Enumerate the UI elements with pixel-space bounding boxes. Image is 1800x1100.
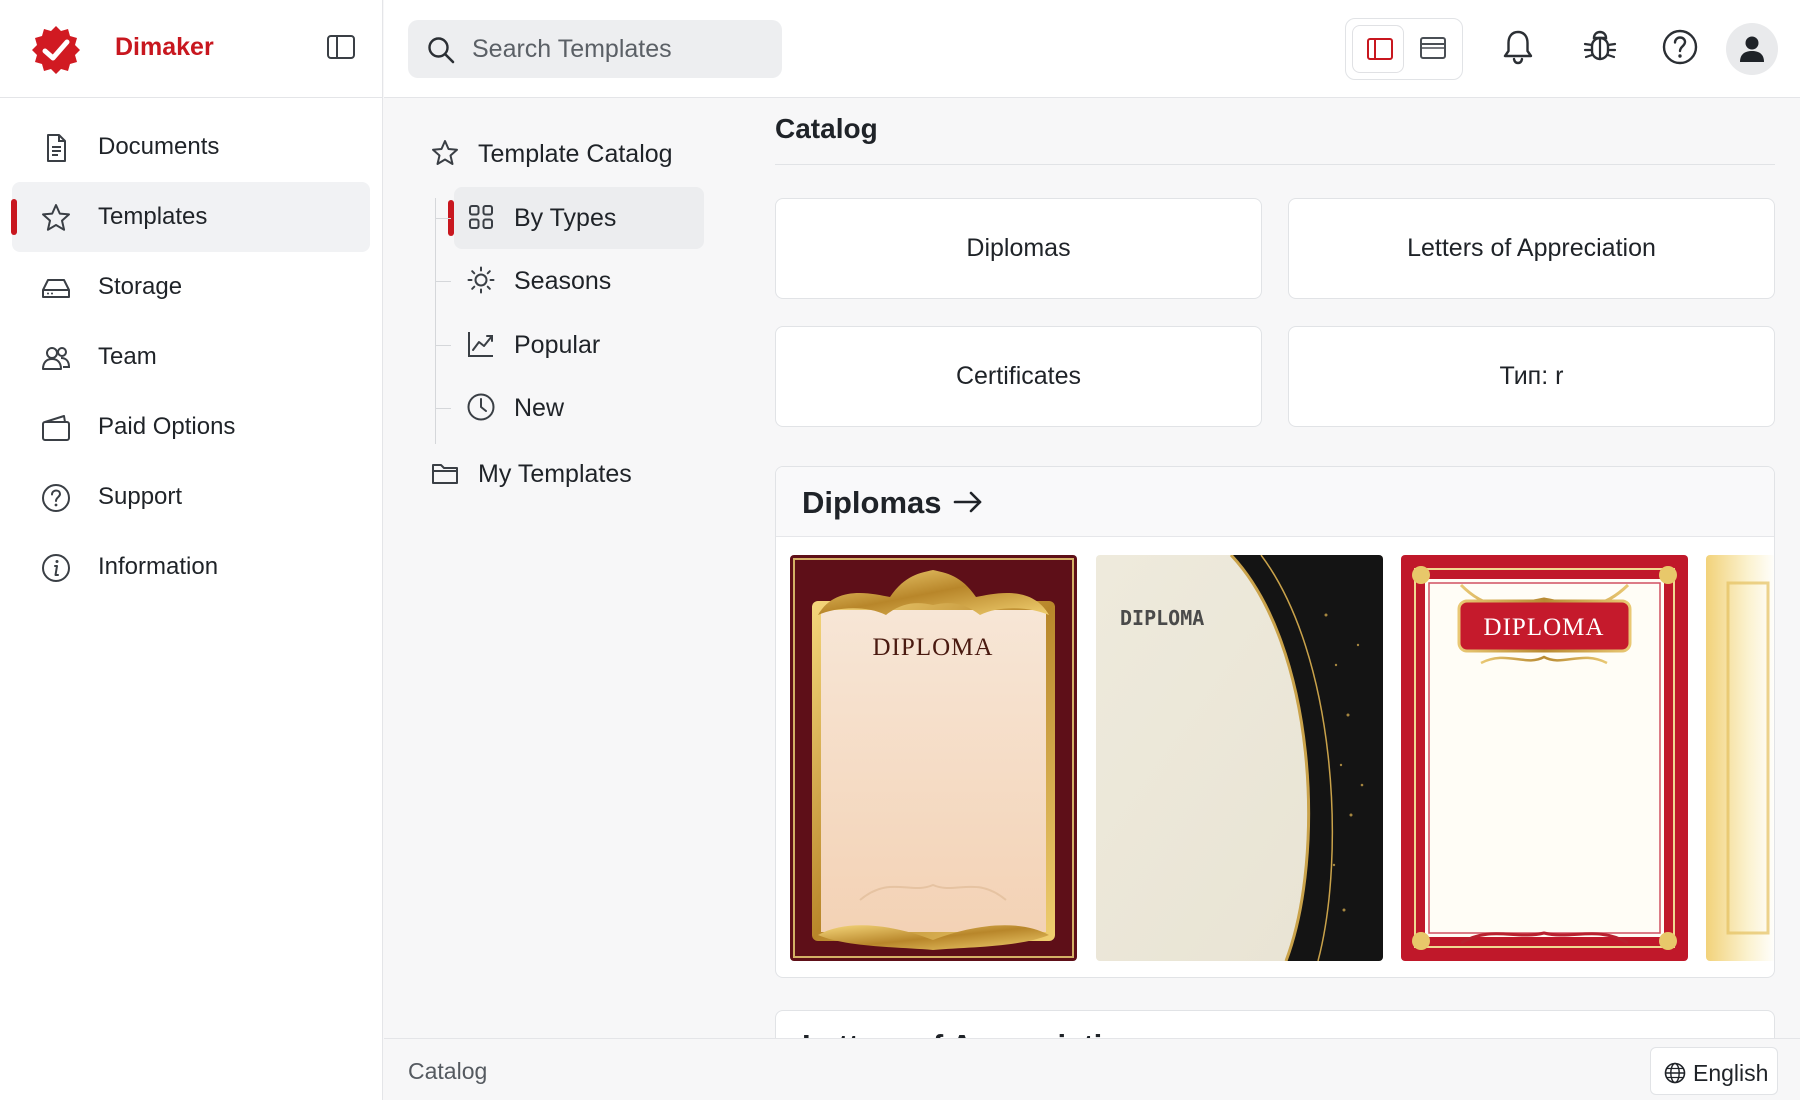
tree-connector-tick [435, 345, 451, 346]
window-view-icon [1420, 37, 1446, 59]
folder-icon [432, 464, 458, 484]
catalog-main: Catalog Diplomas Letters of Appreciation… [775, 98, 1775, 1038]
tree-item-label: By Types [514, 204, 617, 232]
catalog-tree: Template Catalog By Types Seasons Popula… [384, 98, 764, 1038]
sidebar-item-label: Documents [98, 133, 220, 160]
sidebar-item-storage[interactable]: Storage [12, 252, 370, 322]
question-icon [42, 484, 70, 512]
tree-connector-tick [435, 408, 451, 409]
diplomas-section-header[interactable]: Diplomas [776, 467, 1774, 537]
sidebar-item-support[interactable]: Support [12, 462, 370, 532]
clock-icon [467, 393, 495, 421]
tree-item-new[interactable]: New [435, 377, 704, 439]
letters-of-appreciation-section[interactable]: Letters of Appreciation [775, 1010, 1775, 1038]
sidebar-item-label: Information [98, 553, 219, 580]
sidebar-item-information[interactable]: Information [12, 532, 370, 602]
bell-icon[interactable] [1498, 27, 1538, 67]
template-thumbnails: DIPLOMA DIPLOMA DIPLOMA [790, 555, 1774, 963]
sidebar-item-label: Support [98, 483, 183, 510]
template-thumbnail[interactable]: DIPLOMA [1401, 555, 1688, 961]
sidebar-item-label: Templates [98, 203, 208, 230]
help-icon[interactable] [1660, 27, 1700, 67]
logo-badge-icon[interactable] [30, 24, 82, 76]
window-view-button[interactable] [1406, 25, 1458, 73]
tree-item-label: Popular [514, 331, 601, 359]
avatar[interactable] [1726, 23, 1778, 75]
category-card-diplomas[interactable]: Diplomas [775, 198, 1262, 299]
brand-name[interactable]: Dimaker [115, 33, 214, 62]
category-card-type-r[interactable]: Тип: r [1288, 326, 1775, 427]
globe-icon [1664, 1062, 1686, 1084]
language-selector[interactable]: English [1650, 1047, 1778, 1095]
template-thumbnail[interactable] [1706, 555, 1774, 961]
title-divider [775, 164, 1775, 165]
view-toggle [1345, 18, 1463, 80]
brand-header: Dimaker [0, 0, 383, 98]
category-card-letters-of-appreciation[interactable]: Letters of Appreciation [1288, 198, 1775, 299]
language-label: English [1693, 1060, 1769, 1086]
sidebar-item-documents[interactable]: Documents [12, 112, 370, 182]
wallet-icon [42, 415, 70, 441]
sidebar: Dimaker Documents Templates Storage Team… [0, 0, 383, 1100]
search-box[interactable] [408, 20, 782, 78]
sidebar-item-paid-options[interactable]: Paid Options [12, 392, 370, 462]
sidebar-item-label: Paid Options [98, 413, 236, 440]
page-title: Catalog [775, 113, 878, 144]
sidebar-collapse-icon[interactable] [326, 34, 356, 60]
panel-view-button[interactable] [1352, 25, 1404, 73]
section-title: Letters of Appreciation [802, 1028, 1140, 1038]
sidebar-item-templates[interactable]: Templates [11, 182, 370, 252]
tree-item-label: New [514, 394, 565, 422]
tree-item-by-types[interactable]: By Types [435, 187, 704, 249]
search-input[interactable] [472, 28, 762, 70]
sidebar-item-label: Storage [98, 273, 183, 300]
section-title: Diplomas [802, 485, 942, 520]
status-text: Catalog [408, 1058, 488, 1084]
thumbnail-label: DIPLOMA [1484, 614, 1605, 641]
tree-connector-tick [435, 218, 451, 219]
top-bar [384, 0, 1800, 98]
tree-connector-tick [435, 281, 451, 282]
tree-item-label: Seasons [514, 267, 612, 295]
tree-item-seasons[interactable]: Seasons [435, 250, 704, 312]
star-icon [432, 140, 458, 165]
thumbnail-label: DIPLOMA [873, 634, 994, 661]
search-icon [428, 37, 455, 64]
trend-icon [468, 332, 493, 357]
bug-icon[interactable] [1580, 27, 1620, 67]
sidebar-item-team[interactable]: Team [12, 322, 370, 392]
user-icon [1740, 36, 1764, 62]
storage-icon [42, 279, 70, 298]
template-thumbnail[interactable]: DIPLOMA [1096, 555, 1383, 961]
thumbnail-label: DIPLOMA [1120, 606, 1204, 630]
document-icon [47, 134, 66, 162]
category-card-certificates[interactable]: Certificates [775, 326, 1262, 427]
grid-icon [469, 205, 493, 229]
tree-item-label: My Templates [478, 460, 632, 488]
info-icon [42, 554, 70, 582]
team-icon [42, 347, 71, 370]
status-bar: Catalog English [384, 1038, 1800, 1100]
sun-icon [467, 266, 495, 294]
diplomas-section: Diplomas DIPLOMA DIPLOMA DIPLOMA [775, 466, 1775, 978]
tree-root-label: Template Catalog [478, 140, 673, 168]
star-icon [42, 204, 70, 231]
arrow-right-icon [953, 491, 982, 513]
template-thumbnail[interactable]: DIPLOMA [790, 555, 1077, 961]
main-nav: Documents Templates Storage Team Paid Op… [11, 112, 370, 602]
tree-item-popular[interactable]: Popular [435, 314, 704, 376]
sidebar-item-label: Team [98, 343, 157, 370]
panel-view-icon [1367, 38, 1393, 60]
